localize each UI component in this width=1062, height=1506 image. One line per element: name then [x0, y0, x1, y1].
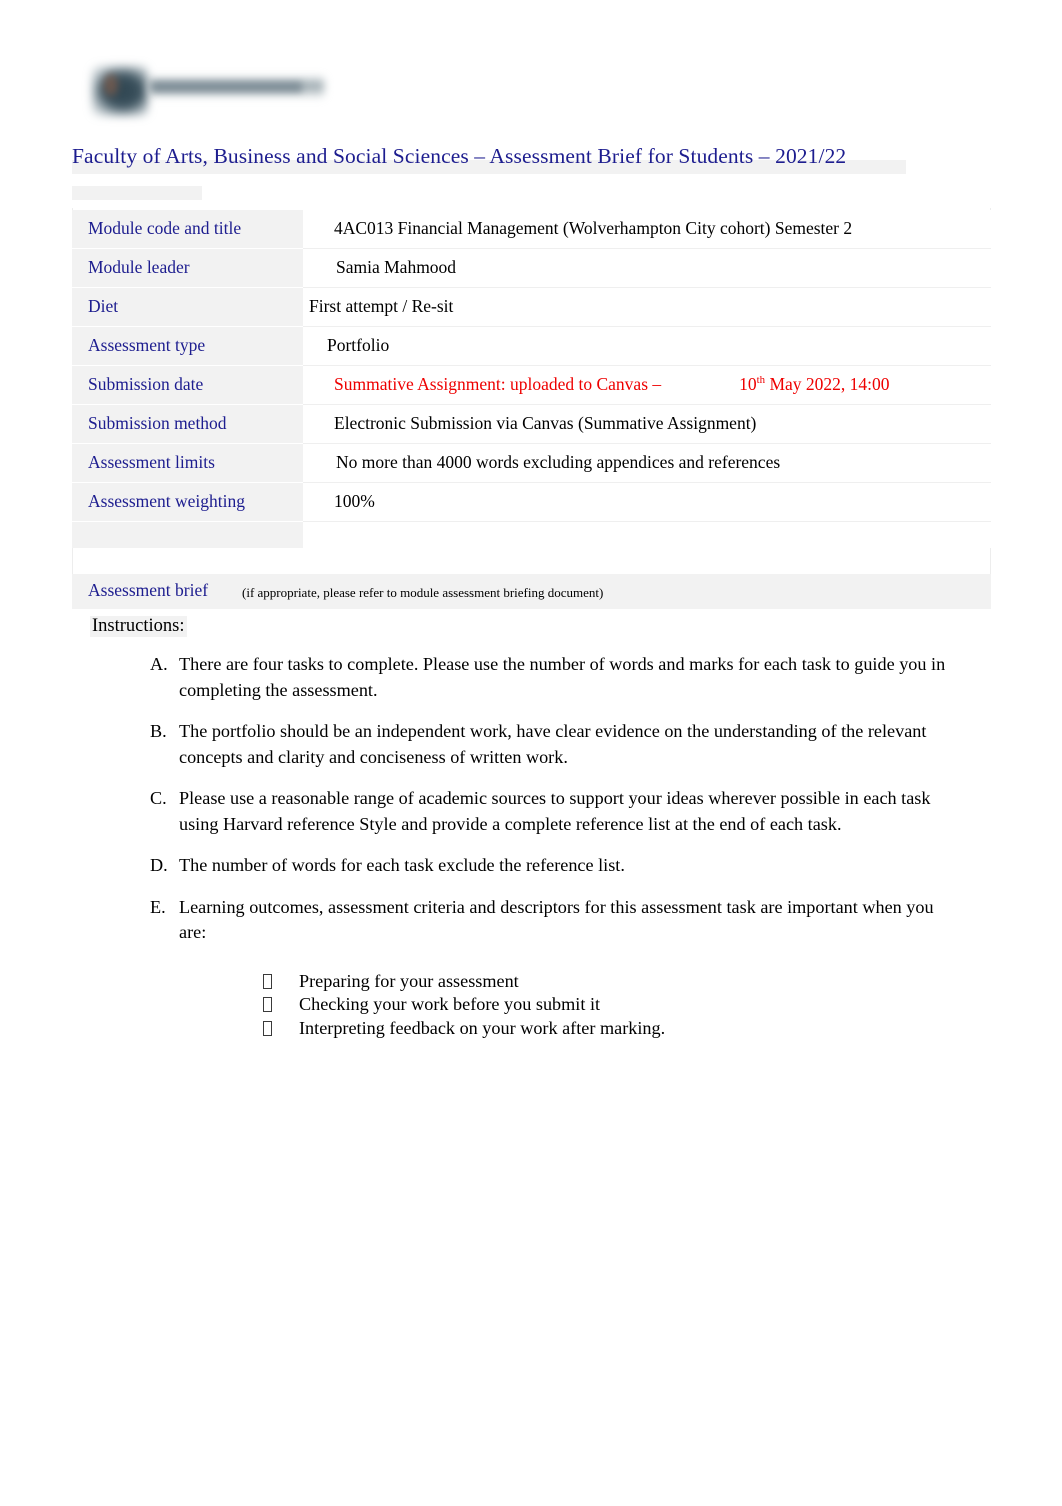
table-row: Module code and title 4AC013 Financial M… — [72, 210, 991, 249]
row-label: Submission date — [72, 365, 303, 405]
list-item-marker: E. — [150, 896, 166, 917]
row-value: Portfolio — [303, 326, 991, 366]
list-item: A. There are four tasks to complete. Ple… — [150, 652, 951, 703]
row-label: Diet — [72, 287, 303, 327]
row-label: Assessment weighting — [72, 482, 303, 522]
row-value: First attempt / Re-sit — [303, 287, 991, 327]
list-item-marker: C. — [150, 788, 167, 808]
bullet-box-icon — [263, 997, 272, 1012]
row-label: Module code and title — [72, 210, 303, 249]
table-row: Module leader Samia Mahmood — [72, 248, 991, 288]
row-label: Submission method — [72, 404, 303, 444]
list-item-marker: D. — [150, 855, 168, 875]
logo-mark-icon — [92, 66, 148, 116]
list-item: D. The number of words for each task exc… — [150, 853, 951, 879]
sub-list-item-text: Interpreting feedback on your work after… — [299, 1017, 666, 1038]
row-value: 4AC013 Financial Management (Wolverhampt… — [303, 210, 991, 249]
row-label-spacer — [72, 521, 303, 548]
document-page: Faculty of Arts, Business and Social Sci… — [0, 0, 1062, 1506]
list-item: B. The portfolio should be an independen… — [150, 719, 951, 770]
list-item-text: The number of words for each task exclud… — [179, 855, 625, 875]
sub-list-item-text: Preparing for your assessment — [299, 970, 519, 991]
table-row: Assessment limits No more than 4000 word… — [72, 443, 991, 483]
assessment-brief-header: Assessment brief (if appropriate, please… — [72, 574, 991, 609]
row-value-spacer — [303, 521, 991, 548]
sub-list-item-text: Checking your work before you submit it — [299, 994, 601, 1014]
list-item-marker: B. — [150, 721, 167, 741]
row-value: 100% — [303, 482, 991, 522]
university-logo — [86, 62, 326, 124]
instructions-list: A. There are four tasks to complete. Ple… — [72, 652, 991, 1056]
table-row: Diet First attempt / Re-sit — [72, 287, 991, 327]
row-value-text: First attempt / Re-sit — [309, 296, 454, 316]
row-value: No more than 4000 words excluding append… — [303, 443, 991, 483]
row-value: Summative Assignment: uploaded to Canvas… — [303, 365, 991, 405]
table-spacer-row — [72, 521, 991, 548]
instructions-body: Instructions: A. There are four tasks to… — [72, 609, 991, 1371]
table-row: Assessment type Portfolio — [72, 326, 991, 366]
row-value-text: No more than 4000 words excluding append… — [336, 452, 781, 472]
sub-list-item: Preparing for your assessment — [263, 970, 951, 994]
row-value-text: Samia Mahmood — [336, 257, 457, 277]
table-row: Assessment weighting 100% — [72, 482, 991, 522]
list-item: E. Learning outcomes, assessment criteri… — [150, 895, 951, 1041]
row-value: Samia Mahmood — [303, 248, 991, 288]
submission-date-value: 10th May 2022, 14:00 — [739, 374, 889, 394]
list-item-text: Learning outcomes, assessment criteria a… — [179, 896, 934, 943]
bullet-box-icon — [263, 973, 272, 989]
row-label: Module leader — [72, 248, 303, 288]
list-item-text: The portfolio should be an independent w… — [179, 721, 927, 767]
logo-mark-accent-icon — [104, 74, 118, 96]
page-title-text: Faculty of Arts, Business and Social Sci… — [72, 144, 847, 168]
submission-date-day: 10 — [739, 374, 757, 394]
assessment-brief-label: Assessment brief — [88, 580, 209, 600]
table-row: Submission method Electronic Submission … — [72, 404, 991, 444]
list-item: C. Please use a reasonable range of acad… — [150, 786, 951, 837]
sub-list-item: Checking your work before you submit it — [263, 993, 951, 1017]
bullet-box-icon — [263, 1020, 272, 1036]
assessment-brief-note: (if appropriate, please refer to module … — [242, 585, 604, 600]
assessment-info-table: Module code and title 4AC013 Financial M… — [72, 210, 991, 548]
table-row: Submission date Summative Assignment: up… — [72, 365, 991, 405]
list-item-text: Please use a reasonable range of academi… — [179, 788, 931, 834]
instructions-heading: Instructions: — [90, 616, 187, 637]
submission-date-rest: May 2022, 14:00 — [765, 374, 890, 394]
instructions-sub-list: Preparing for your assessment Checking y… — [179, 970, 951, 1041]
row-label: Assessment limits — [72, 443, 303, 483]
list-item-text: There are four tasks to complete. Please… — [179, 654, 946, 700]
row-value-text: 100% — [334, 491, 375, 511]
row-label: Assessment type — [72, 326, 303, 366]
submission-date-ordinal: th — [756, 374, 766, 387]
submission-date-note: Summative Assignment: uploaded to Canvas… — [334, 374, 662, 394]
title-shade-strip-2 — [72, 186, 202, 200]
row-value-text: 4AC013 Financial Management (Wolverhampt… — [334, 218, 853, 238]
sub-list-item: Interpreting feedback on your work after… — [263, 1017, 951, 1041]
logo-wordmark-line — [152, 82, 302, 92]
list-item-marker: A. — [150, 654, 168, 674]
row-value: Electronic Submission via Canvas (Summat… — [303, 404, 991, 444]
row-value-text: Electronic Submission via Canvas (Summat… — [334, 413, 757, 433]
row-value-text: Portfolio — [327, 335, 390, 355]
